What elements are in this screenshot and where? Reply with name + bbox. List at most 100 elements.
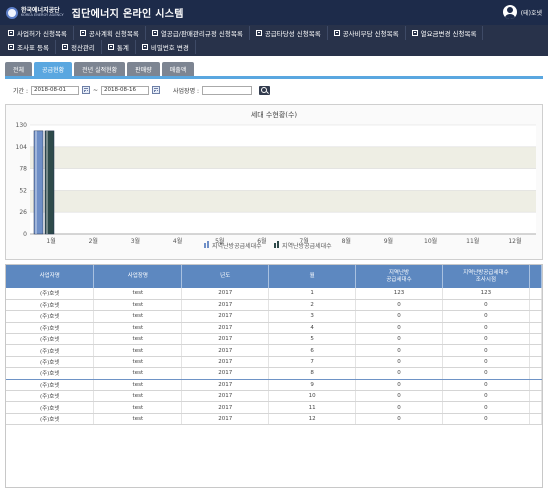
bar-highlight xyxy=(46,130,48,234)
column-header-4[interactable]: 지역난방 공급세대수 xyxy=(355,265,443,288)
table-cell: (주)호넷 xyxy=(6,401,95,414)
table-row[interactable]: (주)호넷 test 2017 11 0 0 xyxy=(6,401,542,414)
grid-band xyxy=(30,190,536,213)
data-table: 사업자명 사업장명 년도 월 지역난방 공급세대수 지역난방공급세대수 조사시점 (주)호… xyxy=(6,265,542,426)
table-cell: 2017 xyxy=(181,401,270,414)
table-cell: (주)호넷 xyxy=(6,367,95,380)
menu1-item-5[interactable]: 열요금변경 신청목록 xyxy=(406,26,484,40)
calendar-icon[interactable] xyxy=(152,86,161,94)
tab-1[interactable]: 공급현황 xyxy=(34,62,73,76)
grid-band xyxy=(30,146,536,169)
tab-bar: 전체 공급현황 전년 실적현황 판매량 매출액 xyxy=(5,62,543,76)
menu-row-2: 조사표 등록 정산관리 통계 비밀번호 변경 xyxy=(2,40,546,54)
tab-0[interactable]: 전체 xyxy=(5,62,33,76)
table-cell: (주)호넷 xyxy=(6,322,95,335)
column-header-1[interactable]: 사업장명 xyxy=(93,265,183,288)
table-cell: 0 xyxy=(442,379,530,392)
table-row[interactable]: (주)호넷 test 2017 8 0 0 xyxy=(6,367,542,380)
menu2-item-0[interactable]: 조사표 등록 xyxy=(2,40,56,54)
biz-name-input[interactable] xyxy=(202,85,253,95)
table-row[interactable]: (주)호넷 test 2017 12 0 0 xyxy=(6,413,542,426)
calendar-icon[interactable] xyxy=(81,86,90,94)
table-cell: 0 xyxy=(442,310,530,323)
table-cell: (주)호넷 xyxy=(6,310,95,323)
y-tick-label: 104 xyxy=(16,144,28,151)
user-name: (테)호넷 xyxy=(520,9,542,17)
table-row[interactable]: (주)호넷 test 2017 7 0 0 xyxy=(6,356,542,369)
menu1-item-3[interactable]: 공급타당성 신청목록 xyxy=(250,26,328,40)
date-to-input[interactable]: 2018-08-16 xyxy=(101,85,150,95)
menu1-item-2[interactable]: 열공급/판매관리규정 신청목록 xyxy=(146,26,250,40)
grid-band xyxy=(30,168,536,191)
scrollbar-header xyxy=(529,265,542,288)
menu-item-label: 공사비부담 신청목록 xyxy=(342,30,399,38)
search-bar: 기간 : 2018-08-01 ~ 2018-08-16 사업장명 : xyxy=(5,83,543,97)
scrollbar-cell xyxy=(529,401,542,414)
table-cell: 0 xyxy=(355,299,443,312)
table-cell: 0 xyxy=(442,390,530,403)
tab-3[interactable]: 판매량 xyxy=(127,62,160,76)
menu-item-label: 공급타당성 신청목록 xyxy=(264,30,321,38)
date-from-input[interactable]: 2018-08-01 xyxy=(30,85,79,95)
table-cell: 0 xyxy=(355,401,443,414)
table-row[interactable]: (주)호넷 test 2017 10 0 0 xyxy=(6,390,542,403)
y-tick-label: 78 xyxy=(19,166,27,173)
scrollbar-cell xyxy=(529,356,542,369)
menu1-item-0[interactable]: 사업허가 신청목록 xyxy=(2,26,74,40)
table-cell: 123 xyxy=(355,288,443,300)
document-icon xyxy=(8,30,14,36)
menu1-item-1[interactable]: 공사계획 신청목록 xyxy=(74,26,146,40)
table-row[interactable]: (주)호넷 test 2017 9 0 0 xyxy=(6,379,542,392)
chart-panel: 세대 수현황(수) 0 26 52 78 104 130 1월 2월 3월 4월 5월 6월 7월 8월 9… xyxy=(5,104,543,260)
user-menu[interactable]: (테)호넷 xyxy=(502,5,542,19)
table-cell: 2 xyxy=(268,299,357,312)
menu1-item-4[interactable]: 공사비부담 신청목록 xyxy=(328,26,406,40)
table-row[interactable]: (주)호넷 test 2017 4 0 0 xyxy=(6,322,542,335)
y-tick-label: 0 xyxy=(23,231,27,238)
x-tick-label: 11월 xyxy=(466,237,479,245)
table-row[interactable]: (주)호넷 test 2017 3 0 0 xyxy=(6,310,542,323)
menu2-item-1[interactable]: 정산관리 xyxy=(56,40,102,54)
scrollbar-cell xyxy=(529,413,542,426)
column-header-0[interactable]: 사업자명 xyxy=(6,265,95,288)
scrollbar-cell xyxy=(529,322,542,335)
table-row[interactable]: (주)호넷 test 2017 1 123 123 xyxy=(6,288,542,300)
menu2-item-2[interactable]: 통계 xyxy=(102,40,136,54)
table-cell: 2017 xyxy=(181,299,270,312)
table-cell: 2017 xyxy=(181,344,270,357)
menu-row-1: 사업허가 신청목록 공사계획 신청목록 열공급/판매관리규정 신청목록 공급타당성 신… xyxy=(2,26,546,40)
scrollbar-cell xyxy=(529,390,542,403)
tab-4[interactable]: 매출액 xyxy=(161,62,195,76)
tab-2[interactable]: 전년 실적현황 xyxy=(74,62,126,76)
table-cell: test xyxy=(93,367,183,380)
table-cell: 3 xyxy=(268,310,357,323)
table-cell: 2017 xyxy=(181,288,270,300)
table-cell: 0 xyxy=(355,310,443,323)
menu2-item-3[interactable]: 비밀번호 변경 xyxy=(136,40,196,54)
column-header-3[interactable]: 월 xyxy=(268,265,357,288)
table-cell: test xyxy=(93,333,183,346)
table-row[interactable]: (주)호넷 test 2017 2 0 0 xyxy=(6,299,542,312)
legend-label: 지역난방공급세대수 xyxy=(212,242,262,250)
table-cell: 8 xyxy=(268,367,357,380)
table-cell: 0 xyxy=(355,356,443,369)
main-menu: 사업허가 신청목록 공사계획 신청목록 열공급/판매관리규정 신청목록 공급타당성 신… xyxy=(0,25,548,56)
menu-item-label: 열요금변경 신청목록 xyxy=(420,30,477,38)
table-row[interactable]: (주)호넷 test 2017 6 0 0 xyxy=(6,344,542,357)
column-header-5[interactable]: 지역난방공급세대수 조사시점 xyxy=(442,265,530,288)
y-tick-label: 52 xyxy=(19,187,27,194)
column-header-2[interactable]: 년도 xyxy=(181,265,270,288)
table-cell: 0 xyxy=(355,344,443,357)
table-cell: (주)호넷 xyxy=(6,288,95,300)
logo-subname: KOREA ENERGY AGENCY xyxy=(21,12,64,17)
menu-item-label: 비밀번호 변경 xyxy=(150,44,189,52)
table-cell: 2017 xyxy=(181,379,270,392)
biz-label: 사업장명 : xyxy=(173,87,200,95)
logo[interactable]: 한국에너지공단 KOREA ENERGY AGENCY xyxy=(6,6,64,19)
search-button[interactable] xyxy=(259,85,271,95)
x-tick-label: 10월 xyxy=(424,237,437,245)
table-row[interactable]: (주)호넷 test 2017 5 0 0 xyxy=(6,333,542,346)
document-icon xyxy=(333,30,340,36)
x-tick-label: 3월 xyxy=(131,237,140,245)
scrollbar-cell xyxy=(529,344,542,357)
